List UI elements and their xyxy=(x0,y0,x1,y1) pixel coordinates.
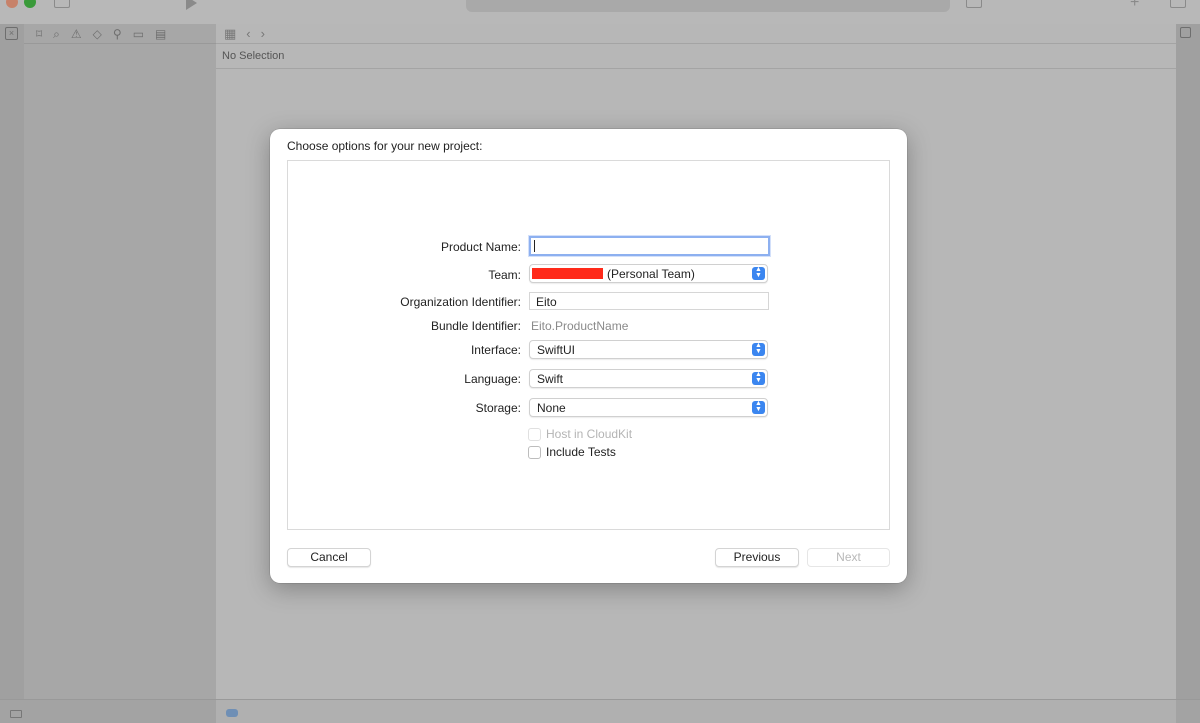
inspector-toggle-icon[interactable] xyxy=(1170,0,1186,8)
next-button[interactable]: Next xyxy=(807,548,890,567)
options-form: Product Name: Team: (Personal Team) ▲ ▼ O… xyxy=(287,160,890,530)
interface-popup[interactable]: SwiftUI ▲ ▼ xyxy=(529,340,768,359)
forward-chevron-icon[interactable]: › xyxy=(261,26,265,41)
run-icon[interactable] xyxy=(186,0,197,10)
cancel-button[interactable]: Cancel xyxy=(287,548,371,567)
product-name-field[interactable] xyxy=(529,236,770,256)
popup-stepper-icon: ▲ ▼ xyxy=(752,400,765,414)
product-name-label: Product Name: xyxy=(440,240,521,254)
test-diamond-icon[interactable]: ◇ xyxy=(93,28,102,40)
new-project-options-sheet: Choose options for your new project: Pro… xyxy=(270,129,907,583)
bottom-bar xyxy=(0,699,1200,723)
breakpoint-icon[interactable]: ▭ xyxy=(133,28,144,40)
include-tests-checkbox[interactable]: Include Tests xyxy=(528,445,616,459)
grid-icon[interactable]: ▦ xyxy=(224,26,236,42)
language-label: Language: xyxy=(464,372,521,386)
back-chevron-icon[interactable]: ‹ xyxy=(246,26,250,41)
popup-stepper-icon: ▲ ▼ xyxy=(752,371,765,385)
checkbox-box[interactable] xyxy=(528,445,541,459)
storage-label: Storage: xyxy=(475,401,521,415)
activity-viewer xyxy=(466,0,950,12)
window-right-edge xyxy=(1176,24,1200,723)
checkbox-box xyxy=(528,427,541,441)
debug-area-toggle-icon[interactable] xyxy=(226,709,238,717)
team-label: Team: xyxy=(488,268,521,282)
filter-icon[interactable] xyxy=(10,710,22,718)
sidebar-toggle-icon[interactable] xyxy=(54,0,70,8)
interface-label: Interface: xyxy=(470,343,521,357)
popup-stepper-icon: ▲ ▼ xyxy=(752,342,765,356)
debug-icon[interactable]: ⚲ xyxy=(113,28,122,40)
search-icon[interactable]: ⌕ xyxy=(53,28,60,40)
window-titlebar: + xyxy=(0,0,1200,24)
previous-button[interactable]: Previous xyxy=(715,548,799,567)
warning-icon[interactable]: ⚠ xyxy=(71,28,82,40)
window-zoom-button[interactable] xyxy=(24,0,36,8)
navigator-toolbar: ⌑ ⌕ ⚠ ◇ ⚲ ▭ ▤ xyxy=(24,24,216,44)
close-tab-icon[interactable]: × xyxy=(5,27,18,40)
no-selection-label: No Selection xyxy=(222,50,285,62)
bundle-identifier-label: Bundle Identifier: xyxy=(430,319,521,333)
editor-bottom-bar xyxy=(216,700,1176,723)
redacted-team-name xyxy=(532,268,603,279)
sheet-title: Choose options for your new project: xyxy=(287,139,483,153)
bundle-identifier-value: Eito.ProductName xyxy=(531,319,629,333)
organization-identifier-label: Organization Identifier: xyxy=(400,295,521,309)
bookmark-icon[interactable]: ⌑ xyxy=(36,28,42,40)
window-left-edge: × xyxy=(0,24,24,723)
add-editor-icon[interactable] xyxy=(1180,27,1191,38)
path-bar: No Selection xyxy=(216,44,1176,69)
organization-identifier-field[interactable]: Eito xyxy=(529,292,769,310)
storage-popup[interactable]: None ▲ ▼ xyxy=(529,398,768,417)
add-icon[interactable]: + xyxy=(1130,0,1139,12)
popup-stepper-icon: ▲ ▼ xyxy=(752,266,765,280)
language-popup[interactable]: Swift ▲ ▼ xyxy=(529,369,768,388)
team-popup[interactable]: (Personal Team) ▲ ▼ xyxy=(529,264,768,283)
report-icon[interactable]: ▤ xyxy=(155,28,166,40)
text-caret xyxy=(534,240,535,252)
navigator-pane: ⌑ ⌕ ⚠ ◇ ⚲ ▭ ▤ xyxy=(24,24,216,699)
editor-jumpbar: ▦ ‹ › xyxy=(216,24,1176,44)
window-close-button[interactable] xyxy=(6,0,18,8)
library-icon[interactable] xyxy=(966,0,982,8)
host-in-cloudkit-checkbox: Host in CloudKit xyxy=(528,427,632,441)
